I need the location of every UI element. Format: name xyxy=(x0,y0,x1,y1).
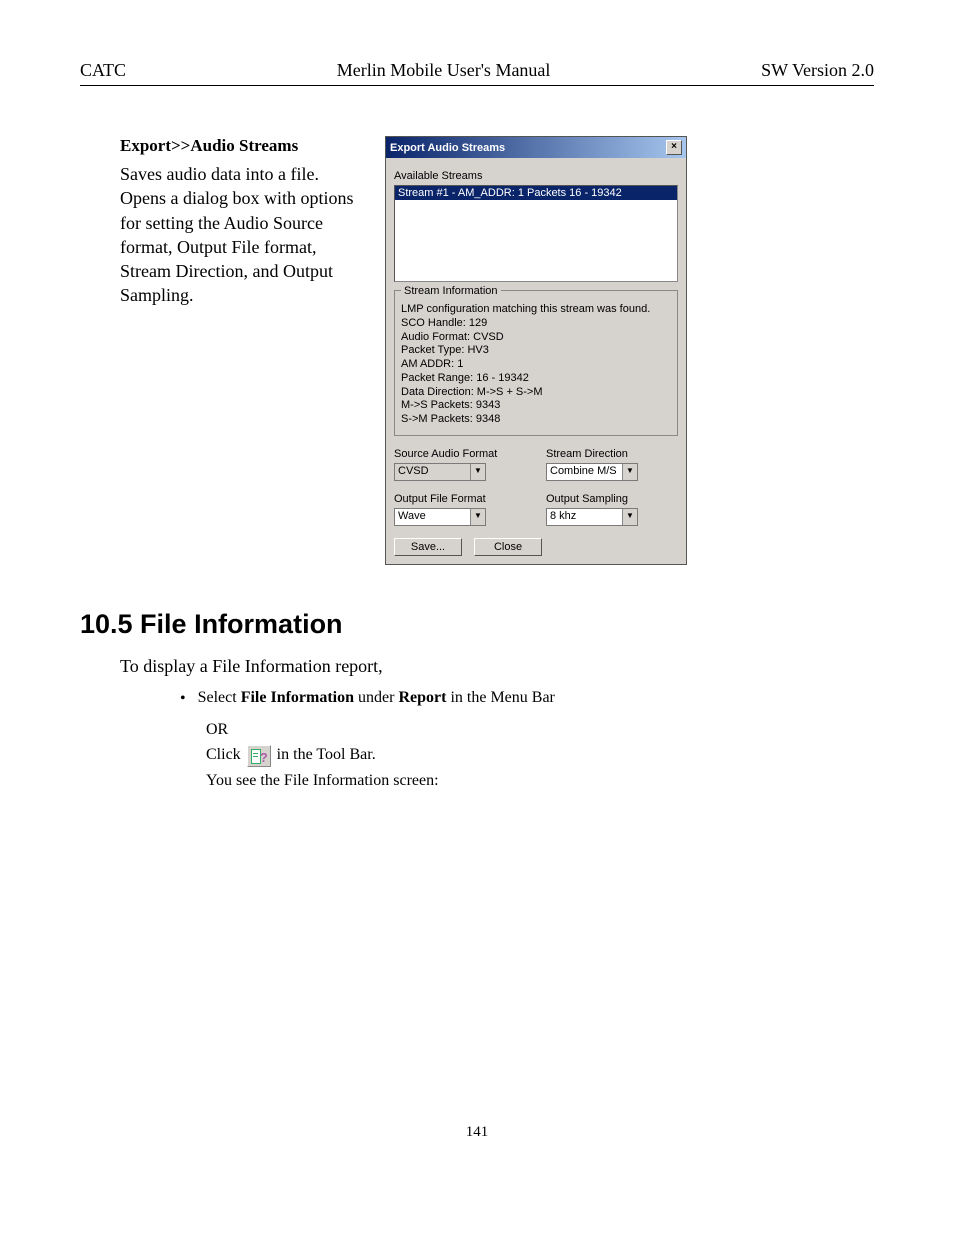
section-heading-10-5: 10.5 File Information xyxy=(80,609,874,640)
output-sampling-select[interactable]: 8 khz ▼ xyxy=(546,508,638,526)
output-sampling-label: Output Sampling xyxy=(546,493,678,505)
export-title: Export>>Audio Streams xyxy=(120,136,365,156)
source-audio-format-select: CVSD ▼ xyxy=(394,463,486,481)
dialog-titlebar[interactable]: Export Audio Streams × xyxy=(386,137,686,158)
bullet-text: Select File Information under Report in … xyxy=(198,689,555,709)
text-fragment: under xyxy=(354,689,398,706)
info-line: S->M Packets: 9348 xyxy=(401,413,671,427)
close-icon[interactable]: × xyxy=(666,140,682,155)
stream-info-lines: LMP configuration matching this stream w… xyxy=(401,303,671,427)
save-button[interactable]: Save... xyxy=(394,538,462,556)
output-file-format-label: Output File Format xyxy=(394,493,526,505)
source-audio-format-label: Source Audio Format xyxy=(394,448,526,460)
stream-information-legend: Stream Information xyxy=(401,285,501,297)
output-sampling-value: 8 khz xyxy=(547,509,622,525)
source-audio-format-value: CVSD xyxy=(395,464,470,480)
dialog-title-text: Export Audio Streams xyxy=(390,142,505,154)
file-information-toolbar-icon[interactable]: ? xyxy=(247,745,271,767)
stream-direction-label: Stream Direction xyxy=(546,448,678,460)
header-right: SW Version 2.0 xyxy=(761,60,874,81)
bullet-dot-icon: • xyxy=(180,689,186,709)
chevron-down-icon[interactable]: ▼ xyxy=(622,509,637,525)
output-file-format-value: Wave xyxy=(395,509,470,525)
stream-direction-value: Combine M/S xyxy=(547,464,622,480)
info-line: LMP configuration matching this stream w… xyxy=(401,303,671,317)
info-line: Data Direction: M->S + S->M xyxy=(401,386,671,400)
result-text: You see the File Information screen: xyxy=(206,768,874,794)
header-center: Merlin Mobile User's Manual xyxy=(337,60,551,81)
or-text: OR xyxy=(206,717,874,743)
available-streams-listbox[interactable]: Stream #1 - AM_ADDR: 1 Packets 16 - 1934… xyxy=(394,185,678,282)
bullet-item: • Select File Information under Report i… xyxy=(180,689,874,709)
text-fragment: Click xyxy=(206,746,245,763)
stream-list-item[interactable]: Stream #1 - AM_ADDR: 1 Packets 16 - 1934… xyxy=(395,186,677,200)
info-line: AM ADDR: 1 xyxy=(401,358,671,372)
header-left: CATC xyxy=(80,60,126,81)
click-line: Click ? in the Tool Bar. xyxy=(206,742,874,768)
text-bold: File Information xyxy=(241,689,354,706)
close-button[interactable]: Close xyxy=(474,538,542,556)
info-line: M->S Packets: 9343 xyxy=(401,399,671,413)
chevron-down-icon[interactable]: ▼ xyxy=(622,464,637,480)
info-line: Audio Format: CVSD xyxy=(401,331,671,345)
info-line: SCO Handle: 129 xyxy=(401,317,671,331)
text-fragment: Select xyxy=(198,689,241,706)
stream-direction-select[interactable]: Combine M/S ▼ xyxy=(546,463,638,481)
stream-information-group: Stream Information LMP configuration mat… xyxy=(394,290,678,436)
text-fragment: in the Menu Bar xyxy=(446,689,554,706)
info-line: Packet Type: HV3 xyxy=(401,344,671,358)
text-fragment: in the Tool Bar. xyxy=(277,746,376,763)
header-rule xyxy=(80,85,874,86)
page-number: 141 xyxy=(80,1124,874,1141)
page-header: CATC Merlin Mobile User's Manual SW Vers… xyxy=(80,60,874,85)
chevron-down-icon[interactable]: ▼ xyxy=(470,509,485,525)
export-audio-streams-dialog: Export Audio Streams × Available Streams… xyxy=(385,136,687,565)
chevron-down-icon: ▼ xyxy=(470,464,485,480)
output-file-format-select[interactable]: Wave ▼ xyxy=(394,508,486,526)
section-intro: To display a File Information report, xyxy=(120,656,874,677)
text-bold: Report xyxy=(398,689,446,706)
available-streams-label: Available Streams xyxy=(394,170,678,182)
export-body: Saves audio data into a file. Opens a di… xyxy=(120,162,365,308)
info-line: Packet Range: 16 - 19342 xyxy=(401,372,671,386)
